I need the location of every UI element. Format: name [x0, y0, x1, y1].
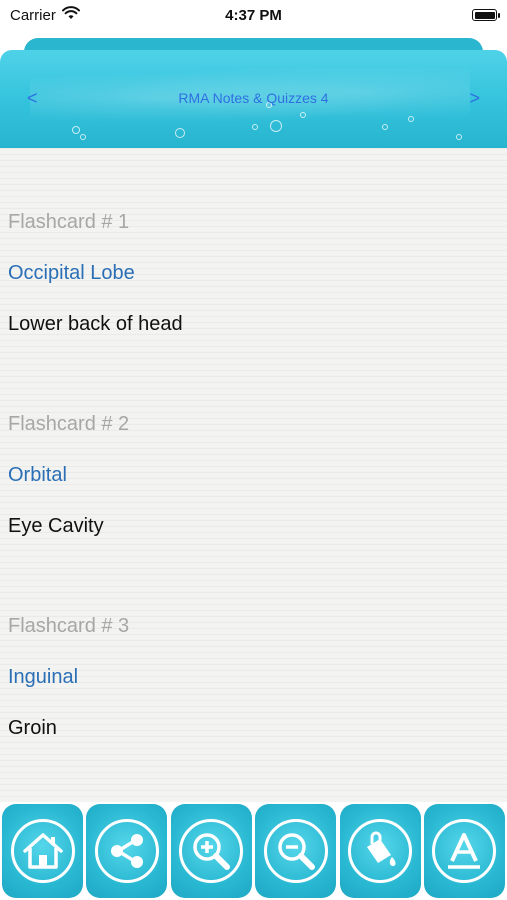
status-left: Carrier: [10, 6, 80, 24]
flashcard-list[interactable]: Flashcard # 1 Occipital Lobe Lower back …: [0, 148, 507, 802]
font-button[interactable]: [423, 804, 505, 898]
bubble-decoration: [270, 120, 282, 132]
flashcard-number: Flashcard # 3: [8, 615, 130, 637]
next-button[interactable]: >: [469, 88, 480, 109]
bubble-decoration: [80, 134, 86, 140]
zoom-in-icon: [179, 819, 244, 883]
flashcard-definition: Lower back of head: [8, 313, 183, 335]
bubble-decoration: [456, 134, 462, 140]
carrier-label: Carrier: [10, 6, 56, 24]
color-button[interactable]: [339, 804, 421, 898]
status-bar: Carrier 4:37 PM: [0, 0, 507, 30]
zoom-in-button[interactable]: [170, 804, 252, 898]
flashcard-2: Flashcard # 2 Orbital Eye Cavity: [8, 413, 129, 538]
bubble-decoration: [300, 112, 306, 118]
flashcard-definition: Eye Cavity: [8, 515, 104, 537]
bubble-decoration: [252, 124, 258, 130]
flashcard-number: Flashcard # 1: [8, 211, 130, 233]
paint-bucket-icon: [348, 819, 413, 883]
home-icon: [10, 819, 75, 883]
flashcard-definition: Groin: [8, 717, 57, 739]
zoom-out-icon: [263, 819, 328, 883]
bubble-decoration: [408, 116, 414, 122]
bottom-toolbar: [0, 802, 507, 900]
flashcard-1: Flashcard # 1 Occipital Lobe Lower back …: [8, 211, 183, 336]
bubble-decoration: [175, 128, 185, 138]
bubble-decoration: [72, 126, 80, 134]
header: < RMA Notes & Quizzes 4 >: [0, 30, 507, 148]
home-button[interactable]: [2, 804, 83, 898]
flashcard-term: Occipital Lobe: [8, 262, 135, 284]
zoom-out-button[interactable]: [255, 804, 337, 898]
flashcard-term: Orbital: [8, 464, 67, 486]
wifi-icon: [61, 6, 80, 24]
flashcard-number: Flashcard # 2: [8, 413, 130, 435]
flashcard-term: Inguinal: [8, 666, 79, 688]
share-icon: [94, 819, 159, 883]
font-icon: [432, 819, 497, 883]
bubble-decoration: [382, 124, 388, 130]
share-button[interactable]: [86, 804, 168, 898]
battery-icon: [472, 9, 500, 21]
header-banner: < RMA Notes & Quizzes 4 >: [0, 50, 507, 148]
flashcard-3: Flashcard # 3 Inguinal Groin: [8, 615, 129, 740]
page-title: RMA Notes & Quizzes 4: [178, 90, 329, 106]
